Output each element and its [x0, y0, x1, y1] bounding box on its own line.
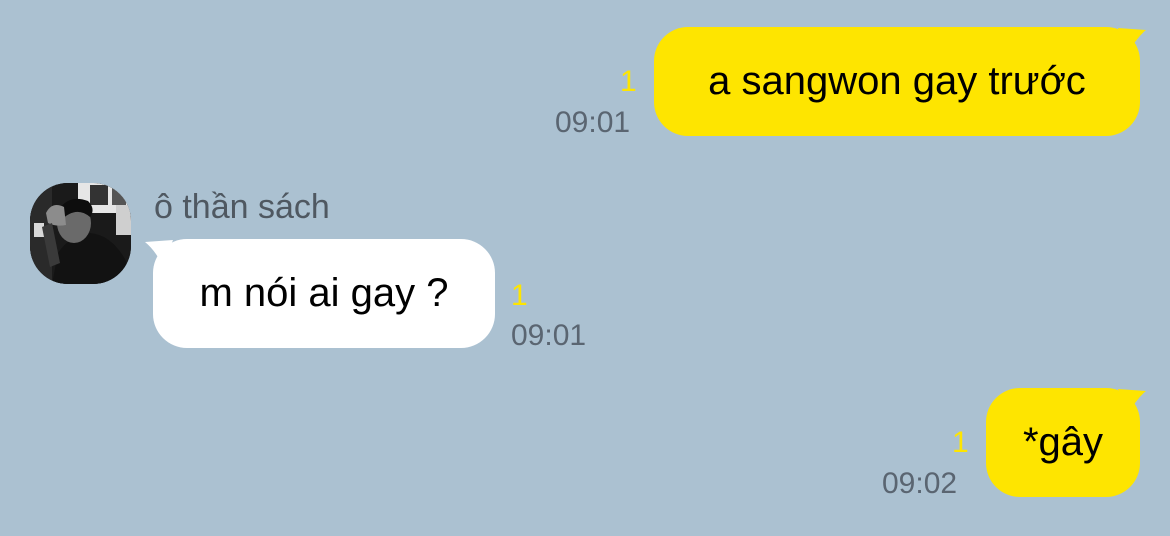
- message-text: *gây: [1022, 420, 1104, 464]
- unread-count: 1: [511, 279, 528, 312]
- message-time: 09:01: [511, 319, 587, 352]
- unread-count: 1: [952, 426, 969, 459]
- message-bubble[interactable]: a sangwon gay trước: [654, 27, 1140, 136]
- message-time: 09:02: [882, 467, 958, 500]
- avatar[interactable]: [30, 183, 131, 284]
- message-text: m nói ai gay ?: [199, 271, 449, 315]
- message-time: 09:01: [555, 106, 631, 139]
- message-bubble[interactable]: *gây: [986, 388, 1140, 497]
- message-text: a sangwon gay trước: [708, 59, 1086, 103]
- sender-name: ô thần sách: [154, 188, 330, 226]
- avatar-photo: [30, 183, 131, 284]
- unread-count: 1: [620, 65, 637, 98]
- message-bubble[interactable]: m nói ai gay ?: [153, 239, 495, 348]
